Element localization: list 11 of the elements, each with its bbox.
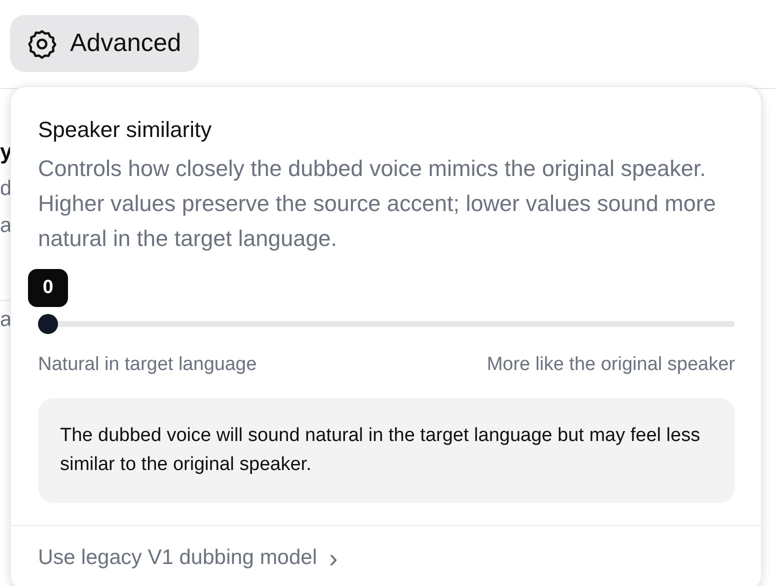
description-text: Controls how closely the dubbed voice mimics the original speaker. Higher values preserve the source accent; lower values sound more natural in the target language. — [38, 155, 717, 253]
settings-icon — [26, 28, 58, 60]
min-label: Natural in target language — [38, 354, 257, 376]
max-label: More like the original speaker — [486, 354, 735, 376]
info-message: The dubbed voice will sound natural in the target language but may feel less similar to the original speaker. — [38, 398, 735, 503]
slider-thumb[interactable] — [38, 314, 58, 334]
text-fragment: a — [0, 213, 12, 239]
legacy-model-link[interactable]: Use legacy V1 dubbing model › — [38, 542, 338, 574]
value-tooltip: 0 — [28, 269, 68, 307]
advanced-button[interactable]: Advanced — [10, 15, 200, 72]
section-title: Speaker similarity — [38, 116, 213, 144]
